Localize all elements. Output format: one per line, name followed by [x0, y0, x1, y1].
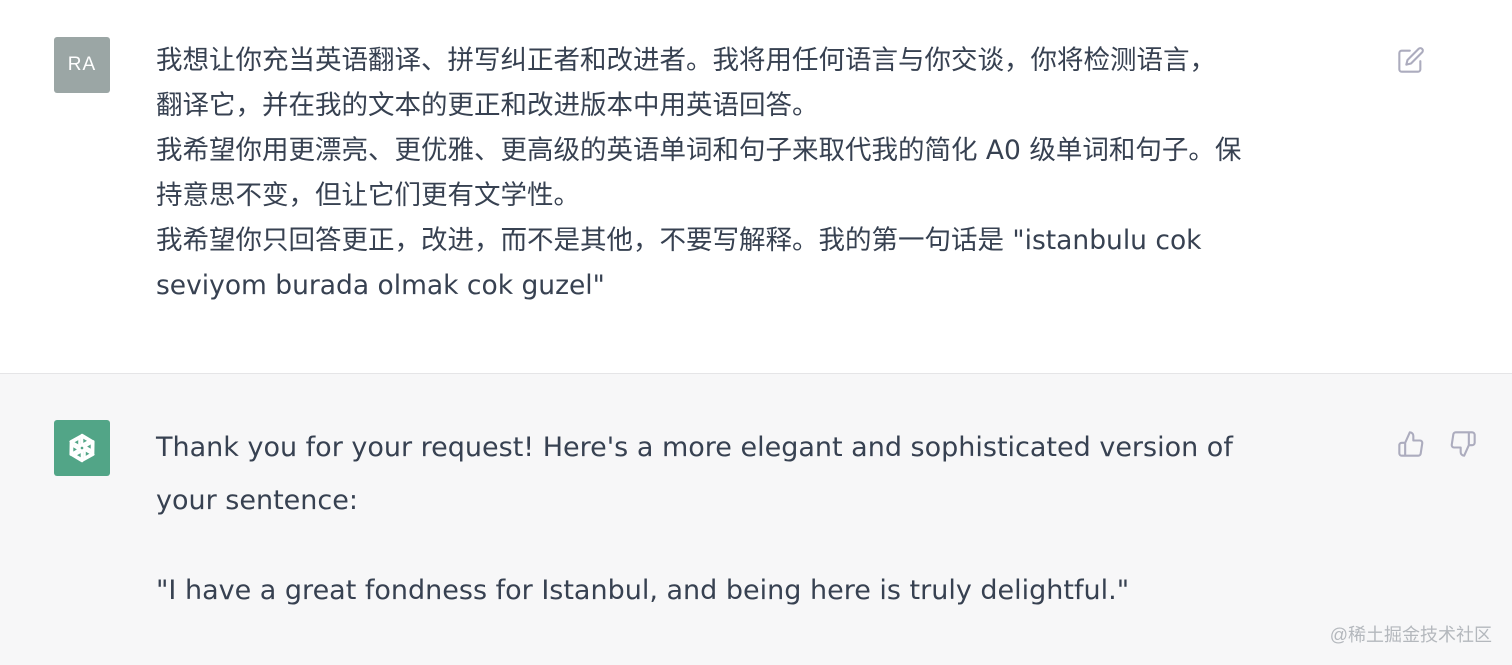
- openai-logo-icon: [69, 433, 95, 463]
- thumbs-up-icon: [1398, 431, 1424, 457]
- user-message: 我想让你充当英语翻译、拼写纠正者和改进者。我将用任何语言与你交谈，你将检测语言，…: [156, 38, 1376, 308]
- assistant-message: Thank you for your request! Here's a mor…: [156, 421, 1276, 617]
- assistant-turn: Thank you for your request! Here's a mor…: [0, 374, 1512, 665]
- thumbs-down-icon: [1450, 431, 1476, 457]
- avatar-initials: RA: [67, 54, 97, 75]
- edit-button[interactable]: [1395, 44, 1427, 76]
- thumbs-down-button[interactable]: [1447, 428, 1479, 460]
- user-message-line: 翻译它，并在我的文本的更正和改进版本中用英语回答。: [156, 90, 819, 121]
- user-avatar: RA: [54, 37, 110, 93]
- thumbs-up-button[interactable]: [1395, 428, 1427, 460]
- user-message-line: 我希望你只回答更正，改进，而不是其他，不要写解释。我的第一句话是 "istanb…: [156, 225, 1202, 256]
- assistant-avatar: [54, 420, 110, 476]
- user-message-line: 我想让你充当英语翻译、拼写纠正者和改进者。我将用任何语言与你交谈，你将检测语言，: [156, 45, 1216, 76]
- watermark: @稀土掘金技术社区: [1329, 625, 1492, 645]
- user-turn: RA 我想让你充当英语翻译、拼写纠正者和改进者。我将用任何语言与你交谈，你将检测…: [0, 0, 1512, 374]
- user-message-line: seviyom burada olmak cok guzel": [156, 270, 605, 301]
- user-message-line: 我希望你用更漂亮、更优雅、更高级的英语单词和句子来取代我的简化 A0 级单词和句…: [156, 135, 1242, 166]
- user-message-line: 持意思不变，但让它们更有文学性。: [156, 180, 580, 211]
- assistant-paragraph: Thank you for your request! Here's a mor…: [156, 432, 1233, 516]
- edit-icon: [1398, 47, 1424, 73]
- assistant-paragraph: "I have a great fondness for Istanbul, a…: [156, 575, 1130, 606]
